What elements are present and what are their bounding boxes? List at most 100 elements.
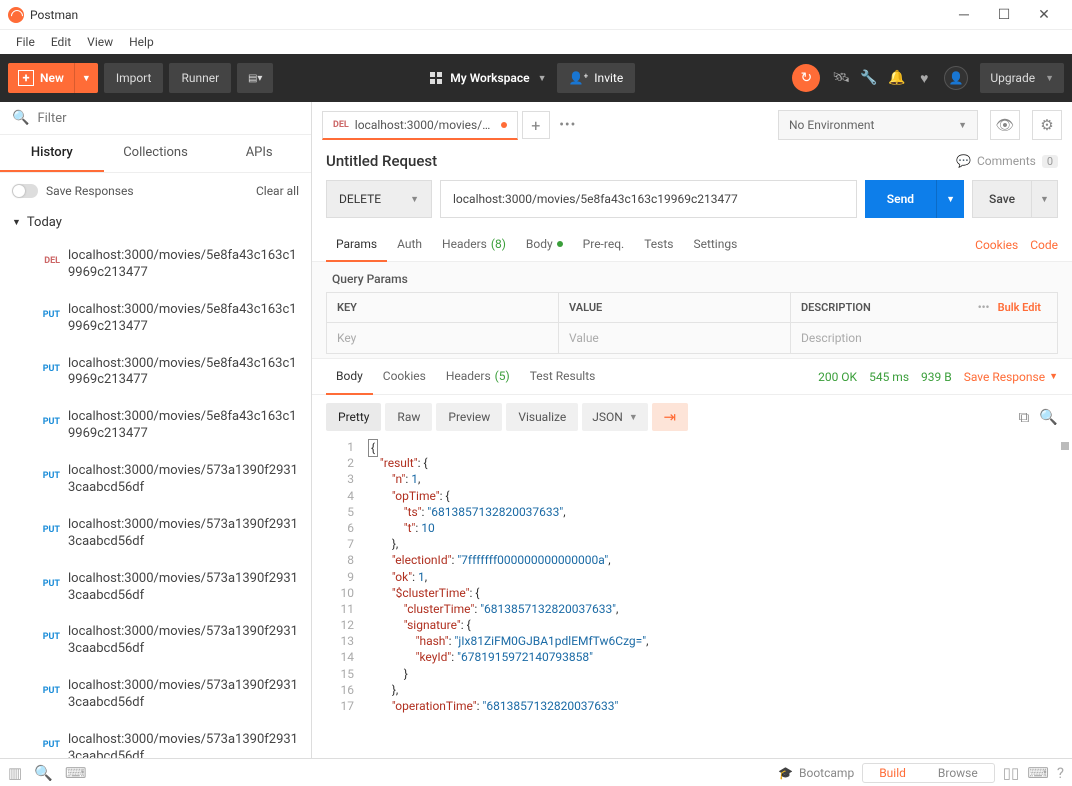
menu-view[interactable]: View — [79, 35, 121, 49]
qp-options-button[interactable]: ••• — [978, 301, 990, 314]
heart-icon[interactable]: ♥ — [916, 70, 932, 87]
satellite-icon[interactable]: 🛰 — [832, 70, 848, 86]
new-button[interactable]: + New — [8, 63, 74, 93]
history-item[interactable]: PUT localhost:3000/movies/5e8fa43c163c19… — [0, 399, 311, 453]
workspace-selector[interactable]: My Workspace ▼ — [430, 71, 546, 85]
history-item[interactable]: PUT localhost:3000/movies/573a1390f29313… — [0, 668, 311, 722]
history-item[interactable]: PUT localhost:3000/movies/5e8fa43c163c19… — [0, 346, 311, 400]
add-tab-button[interactable]: + — [522, 111, 550, 139]
clear-all-button[interactable]: Clear all — [256, 184, 299, 198]
chevron-down-icon: ▼ — [1045, 73, 1054, 84]
history-item[interactable]: PUT localhost:3000/movies/573a1390f29313… — [0, 453, 311, 507]
runner-button[interactable]: Runner — [169, 63, 231, 93]
method-selector[interactable]: DELETE ▼ — [326, 180, 432, 218]
tab-settings[interactable]: Settings — [683, 228, 747, 262]
bell-icon[interactable]: 🔔 — [888, 70, 904, 86]
qp-header-key: KEY — [327, 293, 559, 323]
request-tab[interactable]: DEL localhost:3000/movies/5e8fa43... — [322, 111, 518, 140]
resp-tab-body[interactable]: Body — [326, 359, 373, 395]
save-responses-toggle[interactable] — [12, 184, 38, 198]
mode-browse[interactable]: Browse — [922, 764, 994, 782]
upgrade-button[interactable]: Upgrade ▼ — [980, 63, 1064, 93]
tab-prereq[interactable]: Pre-req. — [573, 228, 635, 262]
history-url: localhost:3000/movies/573a1390f29313caab… — [68, 513, 299, 555]
history-item[interactable]: PUT localhost:3000/movies/573a1390f29313… — [0, 614, 311, 668]
tab-auth[interactable]: Auth — [387, 228, 432, 262]
history-url: localhost:3000/movies/573a1390f29313caab… — [68, 620, 299, 662]
avatar[interactable]: 👤 — [944, 66, 968, 90]
open-new-button[interactable]: ▤▾ — [237, 63, 273, 93]
history-item[interactable]: PUT localhost:3000/movies/5e8fa43c163c19… — [0, 292, 311, 346]
tab-headers[interactable]: Headers (8) — [432, 228, 516, 262]
mode-build[interactable]: Build — [863, 764, 922, 782]
view-preview[interactable]: Preview — [436, 403, 502, 431]
format-selector[interactable]: JSON ▼ — [582, 403, 647, 431]
invite-button[interactable]: 👤⁺ Invite — [557, 63, 636, 93]
tab-body[interactable]: Body — [516, 228, 573, 262]
history-item[interactable]: PUT localhost:3000/movies/573a1390f29313… — [0, 561, 311, 615]
menu-file[interactable]: File — [8, 35, 43, 49]
history-group-today[interactable]: ▼ Today — [0, 209, 311, 238]
menu-bar: File Edit View Help — [0, 30, 1072, 54]
view-raw[interactable]: Raw — [385, 403, 432, 431]
copy-button[interactable]: ⧉ — [1019, 408, 1030, 426]
env-quicklook-button[interactable]: 👁 — [990, 110, 1020, 140]
bulk-edit-button[interactable]: Bulk Edit — [998, 301, 1047, 314]
help-icon[interactable]: ? — [1057, 764, 1064, 782]
wrap-toggle[interactable]: ⇥ — [652, 403, 688, 431]
resp-tab-tests[interactable]: Test Results — [520, 359, 606, 395]
find-icon[interactable]: 🔍 — [34, 764, 53, 782]
menu-edit[interactable]: Edit — [43, 35, 79, 49]
send-button[interactable]: Send — [865, 180, 936, 218]
history-item[interactable]: PUT localhost:3000/movies/573a1390f29313… — [0, 507, 311, 561]
tab-params[interactable]: Params — [326, 228, 387, 262]
qp-desc-input[interactable]: Description — [791, 323, 1057, 353]
env-settings-button[interactable]: ⚙ — [1032, 110, 1062, 140]
request-name[interactable]: Untitled Request — [326, 152, 437, 170]
menu-help[interactable]: Help — [121, 35, 162, 49]
history-list[interactable]: DEL localhost:3000/movies/5e8fa43c163c19… — [0, 238, 311, 758]
view-pretty[interactable]: Pretty — [326, 403, 381, 431]
minimize-button[interactable]: ─ — [944, 0, 984, 30]
save-button[interactable]: Save — [972, 180, 1032, 218]
console-icon[interactable]: ⌨ — [65, 764, 87, 782]
send-dropdown[interactable]: ▼ — [936, 180, 964, 218]
minimap-icon — [1061, 442, 1069, 450]
tab-apis[interactable]: APIs — [207, 135, 311, 172]
view-visualize[interactable]: Visualize — [506, 403, 578, 431]
bootcamp-button[interactable]: 🎓 Bootcamp — [778, 766, 854, 780]
chevron-down-icon: ▼ — [1049, 371, 1058, 382]
sidebar-toggle-icon[interactable]: ▥ — [8, 764, 22, 782]
save-response-button[interactable]: Save Response ▼ — [964, 370, 1058, 384]
close-button[interactable]: ✕ — [1024, 0, 1064, 30]
qp-value-input[interactable]: Value — [559, 323, 791, 353]
resp-tab-cookies[interactable]: Cookies — [373, 359, 436, 395]
code-link[interactable]: Code — [1030, 238, 1058, 252]
response-time: 545 ms — [869, 370, 909, 384]
response-body[interactable]: 1234567891011121314151617 { "result": { … — [312, 439, 1072, 758]
history-item[interactable]: DEL localhost:3000/movies/5e8fa43c163c19… — [0, 238, 311, 292]
filter-input[interactable] — [37, 111, 299, 126]
wrench-icon[interactable]: 🔧 — [860, 70, 876, 86]
tab-tests[interactable]: Tests — [634, 228, 683, 262]
history-item[interactable]: PUT localhost:3000/movies/573a1390f29313… — [0, 722, 311, 758]
qp-key-input[interactable]: Key — [327, 323, 559, 353]
keyboard-icon[interactable]: ⌨ — [1027, 764, 1049, 782]
tab-options-button[interactable]: ••• — [554, 111, 582, 139]
history-url: localhost:3000/movies/573a1390f29313caab… — [68, 567, 299, 609]
cookies-link[interactable]: Cookies — [975, 238, 1018, 252]
resp-tab-headers[interactable]: Headers (5) — [436, 359, 520, 395]
sync-icon[interactable]: ↻ — [792, 64, 820, 92]
tab-collections[interactable]: Collections — [104, 135, 208, 172]
save-dropdown[interactable]: ▼ — [1032, 180, 1058, 218]
history-method: PUT — [36, 632, 60, 642]
panes-icon[interactable]: ▯▯ — [1003, 764, 1020, 782]
comments-button[interactable]: 💬 Comments 0 — [956, 154, 1058, 168]
maximize-button[interactable]: ☐ — [984, 0, 1024, 30]
environment-selector[interactable]: No Environment ▼ — [778, 110, 978, 140]
search-button[interactable]: 🔍 — [1039, 408, 1058, 426]
new-dropdown[interactable]: ▼ — [74, 63, 98, 93]
tab-history[interactable]: History — [0, 135, 104, 172]
url-input[interactable]: localhost:3000/movies/5e8fa43c163c19969c… — [440, 180, 857, 218]
import-button[interactable]: Import — [104, 63, 164, 93]
